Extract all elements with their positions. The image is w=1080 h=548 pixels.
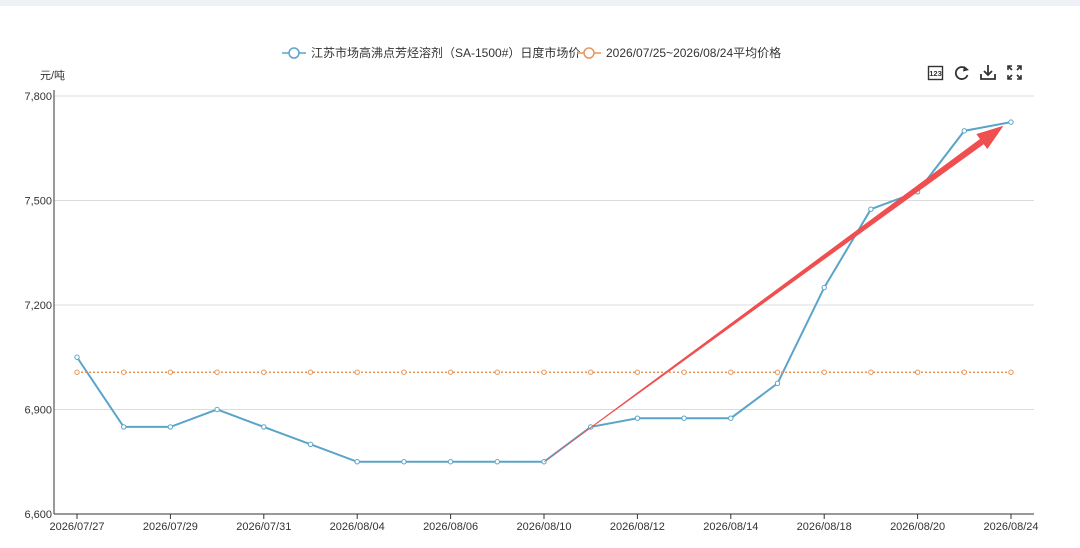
refresh-icon[interactable]: [954, 66, 969, 80]
data-view-icon[interactable]: 123: [927, 65, 944, 81]
data-point: [541, 369, 547, 375]
fullscreen-corners: [1007, 65, 1022, 80]
data-point: [307, 369, 314, 375]
data-point: [74, 354, 80, 360]
axes: 6,600 6,900 7,200 7,500 7,800 元/吨 2026/07/27 20…: [24, 69, 1038, 533]
data-point: [354, 369, 360, 375]
x-tick-label: 2026/07/31: [236, 521, 291, 533]
data-point: [868, 369, 874, 375]
data-point: [167, 369, 174, 375]
data-point: [74, 369, 80, 375]
data-point: [401, 459, 407, 465]
toolbox[interactable]: 123: [927, 65, 1022, 81]
data-point: [961, 128, 967, 134]
data-point: [214, 406, 220, 413]
data-point: [167, 424, 174, 430]
legend-marker: [583, 47, 595, 59]
data-point: [1008, 369, 1014, 375]
x-tick-label: 2026/08/18: [797, 521, 852, 533]
data-point: [121, 369, 127, 375]
x-tick-label: 2026/08/10: [516, 521, 571, 533]
x-tick-label: 2026/08/12: [610, 521, 665, 533]
data-point: [588, 369, 594, 375]
data-point: [214, 369, 220, 375]
data-point: [447, 369, 454, 375]
data-point: [914, 369, 921, 375]
data-point: [634, 369, 641, 375]
download-icon[interactable]: [980, 65, 996, 80]
data-point: [681, 369, 687, 375]
legend-marker: [288, 47, 300, 59]
annotations: [543, 125, 1004, 462]
data-point: [121, 424, 127, 430]
legend-item-0[interactable]: 江苏市场高沸点芳烃溶剂（SA-1500#）日度市场价: [282, 45, 580, 60]
data-point: [307, 441, 314, 448]
data-point: [868, 206, 874, 212]
data-point: [821, 369, 827, 375]
data-point: [728, 369, 734, 375]
legend[interactable]: 江苏市场高沸点芳烃溶剂（SA-1500#）日度市场价 2026/07/25~202…: [282, 45, 781, 60]
data-point: [261, 424, 267, 430]
download-arrow: [983, 65, 993, 77]
data-point: [354, 459, 360, 465]
y-tick-label: 6,900: [24, 405, 52, 417]
data-point: [261, 369, 267, 375]
legend-label: 2026/07/25~2026/08/24平均价格: [606, 45, 781, 60]
x-tick-label: 2026/08/14: [703, 521, 758, 533]
data-view-icon-digits: 123: [929, 69, 942, 78]
x-tick-label: 2026/07/27: [49, 521, 104, 533]
x-tick-label: 2026/08/06: [423, 521, 478, 533]
data-point: [1008, 119, 1014, 125]
data-point: [447, 459, 454, 465]
y-tick-label: 7,500: [24, 196, 52, 208]
data-point: [494, 459, 500, 465]
y-tick-label: 6,600: [24, 509, 52, 521]
fullscreen-icon[interactable]: [1007, 65, 1022, 80]
data-point: [821, 284, 827, 291]
refresh-head: [963, 66, 969, 72]
legend-item-1[interactable]: 2026/07/25~2026/08/24平均价格: [577, 45, 781, 60]
y-tick-label: 7,200: [24, 300, 52, 312]
series-group: [74, 119, 1014, 465]
x-tick-label: 2026/08/20: [890, 521, 945, 533]
data-point: [961, 369, 967, 375]
data-point: [634, 415, 641, 421]
x-tick-label: 2026/08/04: [330, 521, 385, 533]
legend-label: 江苏市场高沸点芳烃溶剂（SA-1500#）日度市场价: [311, 45, 580, 60]
x-tick-label: 2026/08/24: [983, 521, 1038, 533]
data-point: [774, 369, 781, 375]
data-point: [728, 415, 734, 421]
data-point: [401, 369, 407, 375]
x-tick-label: 2026/07/29: [143, 521, 198, 533]
y-tick-label: 7,800: [24, 91, 52, 103]
data-point: [774, 380, 781, 387]
trend-arrow: [543, 125, 1004, 462]
grid-lines: [54, 95, 1034, 410]
y-axis-unit-label: 元/吨: [40, 69, 65, 82]
data-point: [494, 369, 500, 375]
data-point: [681, 415, 687, 421]
line-chart: 6,600 6,900 7,200 7,500 7,800 元/吨 2026/07/27 20…: [24, 45, 1038, 533]
